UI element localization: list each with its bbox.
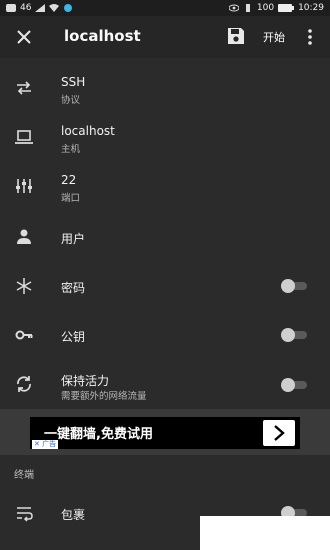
battery-percent: 100 bbox=[256, 3, 275, 13]
person-icon bbox=[17, 229, 31, 244]
overlay-corner bbox=[200, 516, 330, 550]
toggle-knob bbox=[281, 279, 295, 293]
save-icon[interactable] bbox=[226, 26, 246, 46]
keepalive-label: 保持活力 bbox=[61, 374, 110, 388]
host-caption: 主机 bbox=[61, 144, 81, 155]
app-notification-icon bbox=[64, 4, 73, 12]
terminal-section-header: 终端 bbox=[14, 470, 34, 481]
battery-icon bbox=[278, 4, 295, 12]
port-caption: 端口 bbox=[61, 193, 81, 204]
signal-text: 46 bbox=[20, 3, 32, 13]
host-value: localhost bbox=[61, 124, 115, 138]
keepalive-row[interactable]: 保持活力 需要额外的网络流量 bbox=[0, 360, 330, 408]
close-icon[interactable] bbox=[14, 27, 34, 47]
eye-icon bbox=[228, 4, 239, 12]
password-toggle[interactable] bbox=[281, 279, 307, 293]
clock: 10:29 bbox=[298, 3, 324, 13]
ad-badge[interactable]: ✕ 广告 bbox=[32, 440, 59, 449]
port-value: 22 bbox=[61, 173, 77, 187]
vibrate-icon bbox=[245, 4, 250, 12]
swap-icon bbox=[17, 81, 31, 95]
ad-badge-label: 广告 bbox=[42, 440, 57, 448]
protocol-row[interactable]: SSH 协议 bbox=[0, 66, 330, 114]
protocol-value: SSH bbox=[61, 75, 86, 89]
signal-icon bbox=[35, 4, 46, 12]
key-icon bbox=[15, 330, 33, 340]
sync-icon bbox=[17, 376, 31, 392]
protocol-caption: 协议 bbox=[61, 95, 81, 106]
pubkey-label: 公钥 bbox=[61, 330, 86, 344]
wrap-icon bbox=[17, 507, 33, 522]
pubkey-toggle[interactable] bbox=[281, 328, 307, 342]
host-row[interactable]: localhost 主机 bbox=[0, 115, 330, 163]
toggle-knob bbox=[281, 378, 295, 392]
status-bar: 46 100 10:29 bbox=[0, 0, 330, 16]
password-row[interactable]: 密码 bbox=[0, 262, 330, 310]
laptop-icon bbox=[15, 130, 33, 144]
user-row[interactable]: 用户 bbox=[0, 213, 330, 261]
wechat-icon bbox=[6, 4, 16, 12]
app-bar: localhost 开始 bbox=[0, 16, 330, 58]
asterisk-icon bbox=[16, 278, 32, 294]
pubkey-row[interactable]: 公钥 bbox=[0, 311, 330, 359]
ad-banner[interactable]: 一键翻墙,免费试用 bbox=[30, 417, 300, 449]
password-label: 密码 bbox=[61, 281, 86, 295]
more-vert-icon[interactable] bbox=[306, 27, 314, 47]
keepalive-caption: 需要额外的网络流量 bbox=[61, 391, 147, 402]
keepalive-toggle[interactable] bbox=[281, 378, 307, 392]
page-title: localhost bbox=[64, 27, 141, 45]
wrap-label: 包裹 bbox=[61, 508, 86, 522]
ad-arrow-button[interactable] bbox=[263, 420, 295, 446]
port-row[interactable]: 22 端口 bbox=[0, 164, 330, 212]
chevron-right-icon bbox=[274, 425, 285, 441]
wifi-icon bbox=[49, 4, 60, 12]
sliders-icon bbox=[16, 179, 32, 193]
ad-text: 一键翻墙,免费试用 bbox=[44, 427, 153, 442]
start-button[interactable]: 开始 bbox=[263, 29, 285, 45]
toggle-knob bbox=[281, 328, 295, 342]
user-label: 用户 bbox=[61, 232, 86, 246]
